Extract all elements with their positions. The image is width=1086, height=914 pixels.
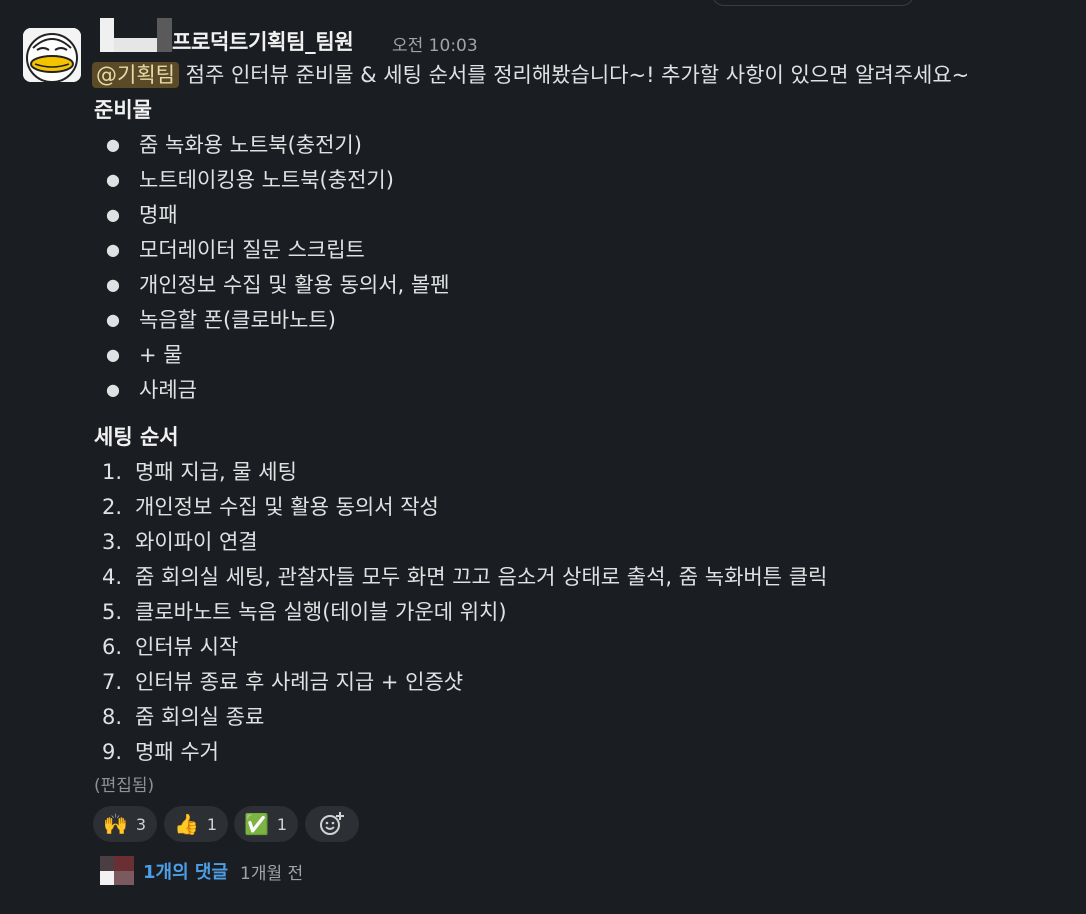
numbered-item: 7. 인터뷰 종료 후 사례금 지급 + 인증샷 — [102, 670, 464, 694]
list-item: ● 모더레이터 질문 스크립트 — [106, 238, 365, 262]
top-pill-outline — [712, 0, 914, 6]
bullet-icon: ● — [106, 240, 120, 259]
duck-avatar-icon — [23, 28, 81, 82]
raised-hands-icon: 🙌 — [103, 812, 128, 836]
reaction-count: 1 — [206, 814, 218, 834]
message-timestamp[interactable]: 오전 10:03 — [392, 31, 478, 56]
list-item: ● 줌 녹화용 노트북(충전기) — [106, 133, 362, 157]
bullet-icon: ● — [106, 135, 120, 154]
message-body: 점주 인터뷰 준비물 & 세팅 순서를 정리해봤습니다~! 추가할 사항이 있으… — [185, 63, 970, 87]
prep-section-title: 준비물 — [94, 98, 152, 122]
list-item: ● + 물 — [106, 343, 183, 367]
add-reaction-button[interactable] — [305, 806, 359, 842]
bullet-icon: ● — [106, 205, 120, 224]
list-item: ● 노트테이킹용 노트북(충전기) — [106, 168, 394, 192]
numbered-item: 5. 클로바노트 녹음 실행(테이블 가운데 위치) — [102, 600, 507, 624]
list-item: ● 사례금 — [106, 378, 197, 402]
numbered-item: 2. 개인정보 수집 및 활용 동의서 작성 — [102, 495, 439, 519]
message-text-line: @기획팀 점주 인터뷰 준비물 & 세팅 순서를 정리해봤습니다~! 추가할 사… — [92, 59, 969, 89]
numbered-item: 6. 인터뷰 시작 — [102, 635, 239, 659]
sender-name[interactable]: 프로덕트기획팀_팀원 — [172, 26, 354, 56]
bullet-icon: ● — [106, 275, 120, 294]
check-mark-icon: ✅ — [244, 812, 269, 836]
numbered-item: 4. 줌 회의실 세팅, 관찰자들 모두 화면 끄고 음소거 상태로 출석, 줌 … — [102, 565, 828, 589]
edited-label: (편집됨) — [94, 776, 155, 796]
reaction-raised-hands[interactable]: 🙌 3 — [93, 806, 157, 842]
numbered-item: 8. 줌 회의실 종료 — [102, 705, 265, 729]
bullet-icon: ● — [106, 380, 120, 399]
mention-tag[interactable]: @기획팀 — [92, 62, 179, 88]
reaction-count: 1 — [276, 814, 288, 834]
reaction-count: 3 — [135, 814, 147, 834]
bullet-icon: ● — [106, 170, 120, 189]
reaction-thumbs-up[interactable]: 👍 1 — [164, 806, 228, 842]
thread-avatar — [100, 856, 134, 886]
setup-section-title: 세팅 순서 — [94, 425, 179, 449]
list-item: ● 명패 — [106, 203, 178, 227]
numbered-item: 3. 와이파이 연결 — [102, 530, 258, 554]
numbered-item: 1. 명패 지급, 물 세팅 — [102, 460, 297, 484]
list-item: ● 녹음할 폰(클로바노트) — [106, 308, 336, 332]
bullet-icon: ● — [106, 345, 120, 364]
thread-summary[interactable]: 1개의 댓글 1개월 전 — [100, 856, 303, 886]
thread-last-reply-time: 1개월 전 — [240, 863, 304, 884]
bullet-icon: ● — [106, 310, 120, 329]
thread-replies-link[interactable]: 1개의 댓글 — [143, 858, 228, 884]
numbered-item: 9. 명패 수거 — [102, 740, 219, 764]
list-item: ● 개인정보 수집 및 활용 동의서, 볼펜 — [106, 273, 450, 297]
redacted-name-block — [100, 18, 172, 52]
reaction-check-mark[interactable]: ✅ 1 — [234, 806, 298, 842]
thumbs-up-icon: 👍 — [174, 812, 199, 836]
add-emoji-icon — [320, 812, 344, 835]
avatar[interactable] — [23, 28, 81, 82]
